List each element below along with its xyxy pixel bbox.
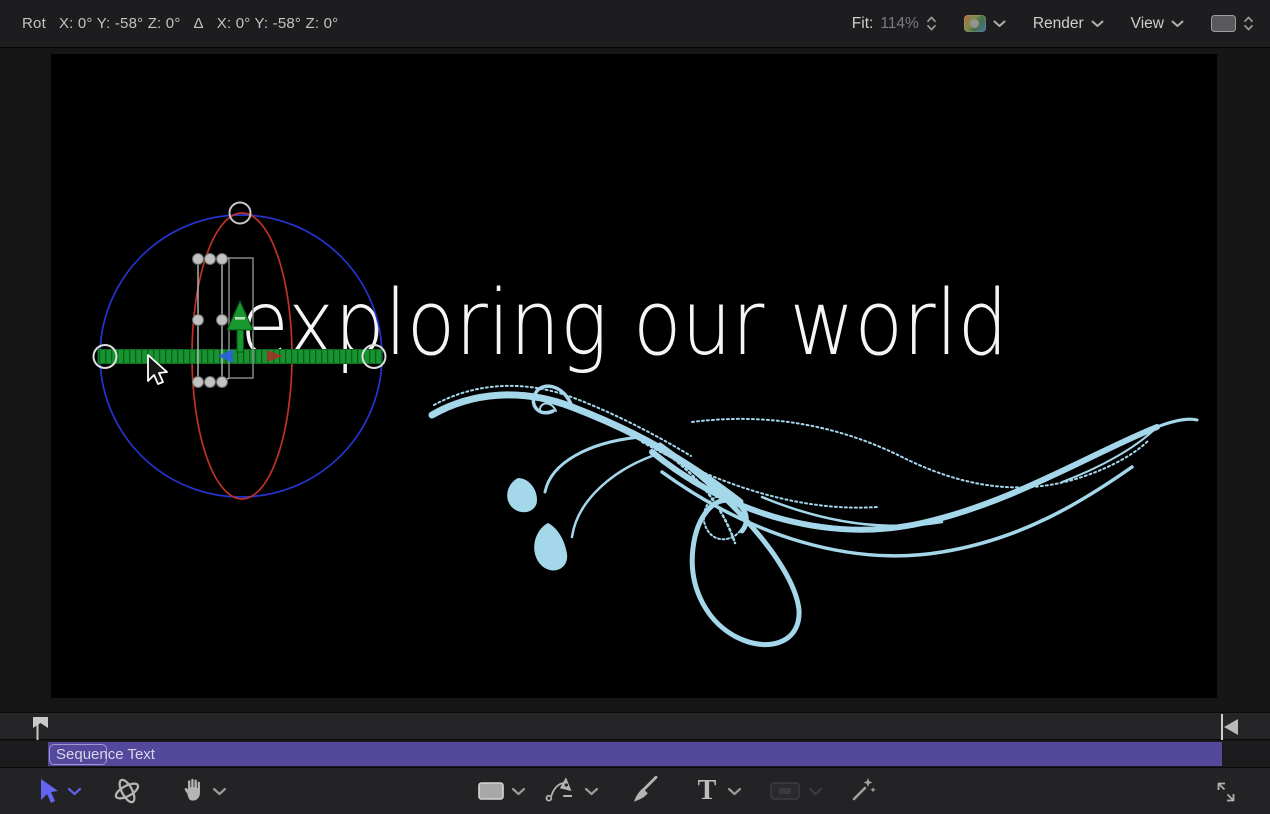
- play-range-start-marker[interactable]: [30, 714, 54, 741]
- mask-tool-chevron-icon[interactable]: [808, 787, 823, 796]
- canvas[interactable]: exploring our world: [51, 54, 1217, 698]
- rot-label: Rot: [22, 15, 46, 32]
- chevron-down-icon: [1091, 20, 1104, 28]
- chevron-down-icon: [1171, 20, 1184, 28]
- display-mask-icon: [1211, 15, 1236, 32]
- track-label: Sequence Text: [56, 746, 155, 763]
- rotation-readout: Rot X: 0° Y: -58° Z: 0° Δ X: 0° Y: -58° …: [0, 15, 338, 32]
- display-stepper-icon[interactable]: [1243, 15, 1254, 32]
- render-menu[interactable]: Render: [1033, 15, 1104, 33]
- delta-symbol: Δ: [194, 15, 204, 32]
- paintbrush-icon[interactable]: [628, 774, 662, 807]
- tool-palette: T: [0, 767, 1270, 814]
- select-tool-chevron-icon[interactable]: [67, 787, 82, 796]
- svg-text:T: T: [698, 775, 717, 806]
- mask-tool-icon[interactable]: [768, 778, 802, 804]
- sequence-text-trackbar[interactable]: Sequence Text: [48, 742, 1222, 766]
- chevron-down-icon: [993, 20, 1006, 28]
- display-selector[interactable]: [1211, 15, 1254, 32]
- zoom-value: 114%: [880, 15, 919, 33]
- shape-tool-chevron-icon[interactable]: [511, 787, 526, 796]
- status-toolbar: Rot X: 0° Y: -58° Z: 0° Δ X: 0° Y: -58° …: [0, 0, 1270, 48]
- color-channel-menu[interactable]: [964, 15, 1006, 32]
- view-menu[interactable]: View: [1131, 15, 1184, 33]
- delta-values: X: 0° Y: -58° Z: 0°: [217, 15, 339, 32]
- canvas-viewport: exploring our world: [0, 49, 1270, 712]
- zoom-control[interactable]: Fit: 114%: [852, 15, 937, 33]
- text-tool-chevron-icon[interactable]: [727, 787, 742, 796]
- timeline-track-row: Sequence Text: [0, 741, 1270, 767]
- zoom-stepper-icon[interactable]: [926, 15, 937, 32]
- rotation-manipulator[interactable]: [94, 203, 386, 500]
- flourish-graphic[interactable]: [432, 386, 1197, 645]
- color-well-icon: [964, 15, 986, 32]
- rectangle-shape-icon[interactable]: [476, 778, 506, 804]
- hand-tool-chevron-icon[interactable]: [212, 787, 227, 796]
- bezier-pen-icon[interactable]: [544, 774, 578, 807]
- magic-wand-icon[interactable]: [848, 776, 878, 806]
- view-label: View: [1131, 15, 1164, 33]
- fit-label: Fit:: [852, 15, 874, 33]
- text-tool-icon[interactable]: T: [692, 774, 722, 807]
- rot-values: X: 0° Y: -58° Z: 0°: [59, 15, 181, 32]
- hand-pan-icon[interactable]: [178, 776, 206, 804]
- select-arrow-icon[interactable]: [36, 778, 62, 805]
- play-range-end-marker[interactable]: [1215, 713, 1241, 741]
- canvas-scene: exploring our world: [51, 54, 1217, 698]
- pen-tool-chevron-icon[interactable]: [584, 787, 599, 796]
- mini-timeline-ruler[interactable]: [0, 712, 1270, 740]
- expand-window-icon[interactable]: [1212, 778, 1240, 806]
- render-label: Render: [1033, 15, 1084, 33]
- orbit-3d-icon[interactable]: [111, 775, 143, 807]
